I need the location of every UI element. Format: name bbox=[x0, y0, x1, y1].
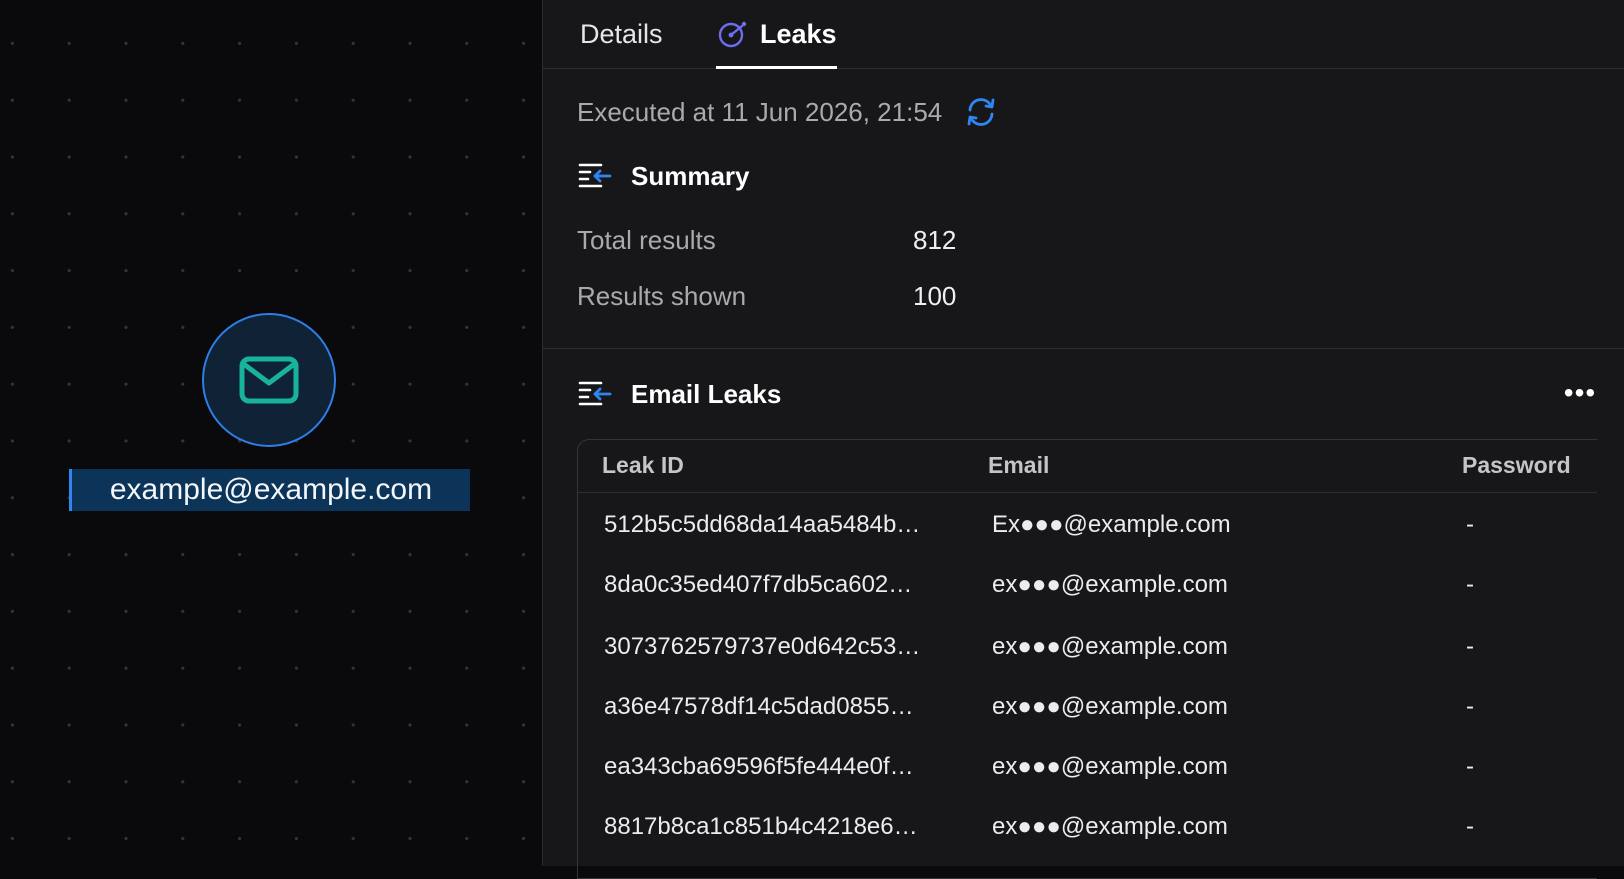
column-header-email[interactable]: Email bbox=[988, 452, 1049, 479]
email-node-label[interactable]: example@example.com bbox=[69, 469, 470, 511]
table-header: Leak ID Email Password bbox=[578, 440, 1597, 493]
email-cell: ex●●●@example.com bbox=[992, 633, 1228, 660]
tab-leaks[interactable]: Leaks bbox=[716, 0, 837, 69]
tab-details-label: Details bbox=[580, 18, 663, 49]
results-shown-label: Results shown bbox=[577, 281, 747, 311]
email-leaks-title: Email Leaks bbox=[631, 378, 782, 409]
password-cell: - bbox=[1466, 753, 1474, 780]
list-collapse-icon bbox=[578, 163, 612, 188]
table-row[interactable]: ea343cba69596f5fe444e0f… ex●●●@example.c… bbox=[578, 739, 1597, 801]
password-cell: - bbox=[1466, 511, 1474, 538]
password-cell: - bbox=[1466, 693, 1474, 720]
column-header-leak-id[interactable]: Leak ID bbox=[602, 452, 684, 479]
radar-icon bbox=[718, 21, 747, 48]
details-panel: Details Leaks Executed at 11 Jun 2026, 2… bbox=[542, 0, 1624, 879]
execution-info: Executed at 11 Jun 2026, 21:54 bbox=[577, 94, 998, 130]
password-cell: - bbox=[1466, 633, 1474, 660]
leak-id-cell: 8817b8ca1c851b4c4218e6… bbox=[604, 813, 918, 840]
total-results-value: 812 bbox=[913, 225, 957, 255]
graph-canvas[interactable]: example@example.com bbox=[0, 0, 542, 866]
email-cell: ex●●●@example.com bbox=[992, 571, 1228, 598]
summary-header: Summary bbox=[577, 156, 750, 196]
table-row[interactable]: 3073762579737e0d642c53… ex●●●@example.co… bbox=[578, 617, 1597, 679]
mail-icon bbox=[239, 356, 299, 404]
executed-at-text: Executed at 11 Jun 2026, 21:54 bbox=[577, 96, 943, 127]
tab-leaks-label: Leaks bbox=[760, 18, 837, 49]
password-cell: - bbox=[1466, 813, 1474, 840]
leak-id-cell: 512b5c5dd68da14aa5484b… bbox=[604, 511, 921, 538]
table-row[interactable]: 8da0c35ed407f7db5ca602… ex●●●@example.co… bbox=[578, 555, 1597, 617]
more-options-button[interactable]: ••• bbox=[1560, 378, 1600, 408]
list-collapse-icon bbox=[578, 381, 612, 406]
email-node[interactable] bbox=[202, 313, 336, 447]
tab-bar: Details Leaks bbox=[543, 0, 1624, 69]
total-results-label: Total results bbox=[577, 225, 716, 255]
email-cell: Ex●●●@example.com bbox=[992, 511, 1231, 538]
refresh-icon[interactable] bbox=[964, 97, 998, 127]
email-leaks-header: Email Leaks bbox=[577, 374, 781, 414]
table-row[interactable]: 512b5c5dd68da14aa5484b… Ex●●●@example.co… bbox=[578, 493, 1597, 555]
leak-id-cell: a36e47578df14c5dad0855… bbox=[604, 693, 914, 720]
tab-details[interactable]: Details bbox=[580, 0, 663, 68]
leak-id-cell: 8da0c35ed407f7db5ca602… bbox=[604, 571, 913, 598]
results-shown-value: 100 bbox=[913, 281, 957, 311]
section-divider bbox=[543, 348, 1624, 349]
email-cell: ex●●●@example.com bbox=[992, 813, 1228, 840]
column-header-password[interactable]: Password bbox=[1462, 452, 1571, 479]
table-row[interactable]: 8817b8ca1c851b4c4218e6… ex●●●@example.co… bbox=[578, 799, 1597, 861]
email-leaks-table: Leak ID Email Password 512b5c5dd68da14aa… bbox=[577, 439, 1597, 879]
table-row[interactable]: a36e47578df14c5dad0855… ex●●●@example.co… bbox=[578, 679, 1597, 741]
leak-id-cell: 3073762579737e0d642c53… bbox=[604, 633, 921, 660]
email-cell: ex●●●@example.com bbox=[992, 693, 1228, 720]
leak-id-cell: ea343cba69596f5fe444e0f… bbox=[604, 753, 914, 780]
summary-title: Summary bbox=[631, 160, 750, 191]
email-cell: ex●●●@example.com bbox=[992, 753, 1228, 780]
password-cell: - bbox=[1466, 571, 1474, 598]
